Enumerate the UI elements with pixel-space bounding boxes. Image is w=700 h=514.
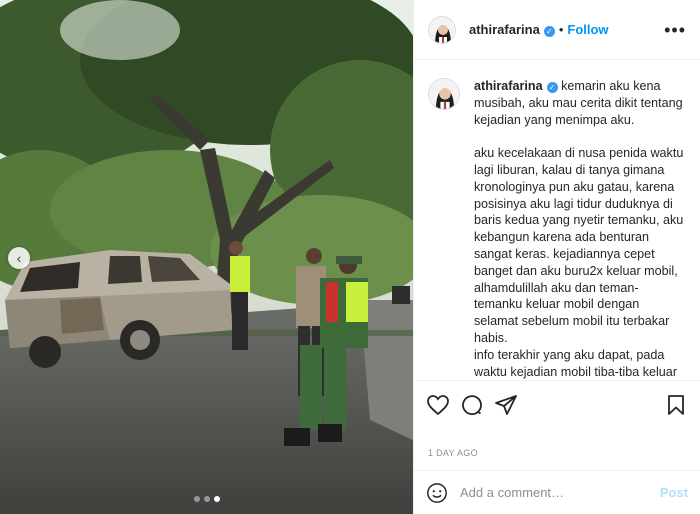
post-header: athirafarina ✓ • Follow ••• (414, 0, 700, 60)
comment-icon[interactable] (460, 393, 484, 417)
more-options-button[interactable]: ••• (664, 21, 686, 39)
chevron-left-icon: ‹ (16, 250, 22, 266)
separator-dot: • (558, 22, 564, 37)
burned-car-photo (0, 0, 413, 514)
carousel-dot (203, 496, 210, 502)
caption-paragraph-2: aku kecelakaan di nusa penida waktu lagi… (474, 146, 684, 345)
follow-button[interactable]: Follow (567, 22, 608, 37)
verified-badge-icon: ✓ (543, 26, 555, 37)
carousel-dot-active (213, 496, 220, 502)
post-side-panel: athirafarina ✓ • Follow ••• athirafarina ✓ (413, 0, 700, 514)
action-bar (414, 380, 700, 428)
profile-photo (429, 16, 455, 43)
post-comment-button[interactable]: Post (660, 485, 688, 500)
heart-icon[interactable] (426, 393, 450, 417)
carousel-dot (193, 496, 200, 502)
verified-badge-icon: ✓ (546, 82, 558, 93)
post-caption: athirafarina ✓ kemarin aku kena musibah, … (474, 78, 686, 380)
profile-photo (429, 79, 459, 109)
post-photo[interactable]: ‹ (0, 0, 413, 514)
avatar[interactable] (428, 78, 460, 110)
officer-1 (229, 241, 250, 350)
smiley-icon[interactable] (426, 482, 448, 504)
carousel-prev-button[interactable]: ‹ (8, 247, 30, 269)
caption-scroll[interactable]: athirafarina ✓ kemarin aku kena musibah, … (414, 60, 700, 380)
comment-input[interactable] (460, 485, 660, 500)
bookmark-icon[interactable] (664, 393, 688, 417)
caption-username[interactable]: athirafarina (474, 79, 543, 93)
avatar[interactable] (428, 15, 456, 44)
username-text[interactable]: athirafarina (469, 22, 540, 37)
share-icon[interactable] (494, 393, 518, 417)
caption-paragraph-3: info terakhir yang aku dapat, pada waktu… (474, 347, 678, 379)
carousel-indicator (0, 496, 413, 502)
post-timestamp[interactable]: 1 DAY AGO (414, 428, 700, 468)
post-username[interactable]: athirafarina ✓ (469, 22, 555, 37)
comment-box: Post (414, 470, 700, 514)
post-dialog: ‹ athirafarina ✓ • Follow ••• athirafari… (0, 0, 700, 514)
